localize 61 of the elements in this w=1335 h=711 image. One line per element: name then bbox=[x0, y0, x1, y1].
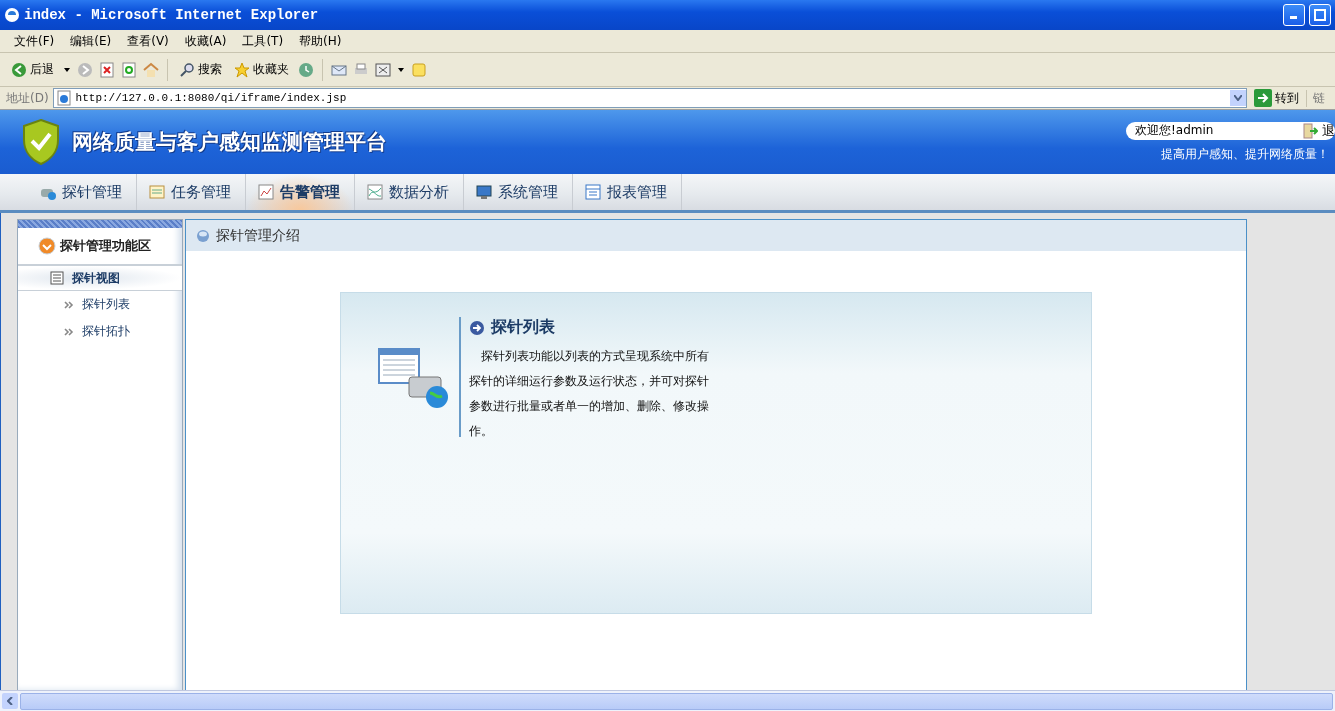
home-icon bbox=[143, 61, 159, 78]
chevron-left-icon bbox=[7, 697, 13, 705]
links-label[interactable]: 链 bbox=[1306, 89, 1335, 107]
nav-tab[interactable]: 数据分析 bbox=[355, 174, 464, 210]
history-icon bbox=[298, 61, 314, 78]
sidebar-group[interactable]: 探针视图 bbox=[18, 266, 182, 291]
maximize-icon bbox=[1314, 9, 1326, 21]
exit-door-icon bbox=[1302, 122, 1318, 139]
dropdown-button[interactable] bbox=[1230, 90, 1246, 106]
back-button[interactable]: 后退 bbox=[8, 61, 57, 78]
card-description: 探针列表功能以列表的方式呈现系统中所有探针的详细运行参数及运行状态，并可对探针参数进行批量或者单一的增加、删除、修改操作。 bbox=[469, 348, 710, 440]
maximize-button[interactable] bbox=[1309, 4, 1331, 26]
nav-tab[interactable]: 系统管理 bbox=[464, 174, 573, 210]
menu-item[interactable]: 编辑(E) bbox=[62, 32, 120, 50]
tab-icon bbox=[476, 184, 492, 200]
search-icon bbox=[179, 61, 195, 78]
nav-tab[interactable]: 告警管理 bbox=[246, 174, 355, 210]
slogan-text: 提高用户感知、提升网络质量！ bbox=[1161, 145, 1330, 163]
star-icon bbox=[234, 61, 250, 78]
app-title: 网络质量与客户感知监测管理平台 bbox=[72, 129, 388, 156]
tab-icon bbox=[367, 184, 383, 200]
menu-item[interactable]: 文件(F) bbox=[6, 32, 63, 50]
nav-tab[interactable]: 探针管理 bbox=[28, 174, 137, 210]
browser-logo-icon bbox=[4, 7, 20, 23]
tab-icon bbox=[585, 184, 601, 200]
caret-icon bbox=[397, 65, 405, 74]
tab-icon bbox=[258, 184, 274, 200]
panel-title: 探针管理介绍 bbox=[216, 226, 300, 245]
menu-item[interactable]: 查看(V) bbox=[119, 32, 177, 50]
welcome-field: 欢迎您!admin 退 bbox=[1126, 121, 1335, 140]
chevron-down-icon bbox=[1234, 95, 1242, 101]
card-heading: 探针列表 bbox=[491, 317, 555, 338]
bullet-icon bbox=[196, 228, 210, 243]
stop-icon bbox=[99, 61, 115, 78]
sidebar-item[interactable]: 探针列表 bbox=[18, 291, 182, 318]
menu-item[interactable]: 帮助(H) bbox=[291, 32, 350, 50]
page-icon bbox=[55, 90, 72, 106]
menu-item[interactable]: 工具(T) bbox=[234, 32, 292, 50]
caret-icon bbox=[63, 65, 71, 74]
list-icon bbox=[50, 271, 64, 285]
sidebar-title: 探针管理功能区 bbox=[60, 237, 151, 255]
horizontal-scrollbar[interactable] bbox=[0, 690, 1335, 711]
go-button[interactable]: 转到 bbox=[1251, 89, 1302, 107]
shield-logo-icon bbox=[22, 119, 60, 165]
sidebar-item[interactable]: 探针拓扑 bbox=[18, 318, 182, 345]
address-field[interactable]: http://127.0.0.1:8080/qi/iframe/index.jsp bbox=[52, 88, 1247, 108]
address-label: 地址(D) bbox=[6, 89, 49, 107]
window-title: index - Microsoft Internet Explorer bbox=[24, 7, 320, 23]
double-chevron-icon bbox=[64, 327, 74, 336]
refresh-icon bbox=[121, 61, 137, 78]
favorites-button[interactable]: 收藏夹 bbox=[231, 61, 292, 78]
menu-item[interactable]: 收藏(A) bbox=[176, 32, 235, 50]
minimize-button[interactable] bbox=[1283, 4, 1305, 26]
tab-icon bbox=[149, 184, 165, 200]
table-server-drawing bbox=[377, 347, 449, 411]
logout-link[interactable]: 退 bbox=[1322, 121, 1335, 140]
double-chevron-icon bbox=[64, 300, 74, 309]
search-button[interactable]: 搜索 bbox=[176, 61, 225, 78]
note-icon bbox=[411, 61, 427, 78]
nav-tab[interactable]: 报表管理 bbox=[573, 174, 682, 210]
nav-tab[interactable]: 任务管理 bbox=[137, 174, 246, 210]
